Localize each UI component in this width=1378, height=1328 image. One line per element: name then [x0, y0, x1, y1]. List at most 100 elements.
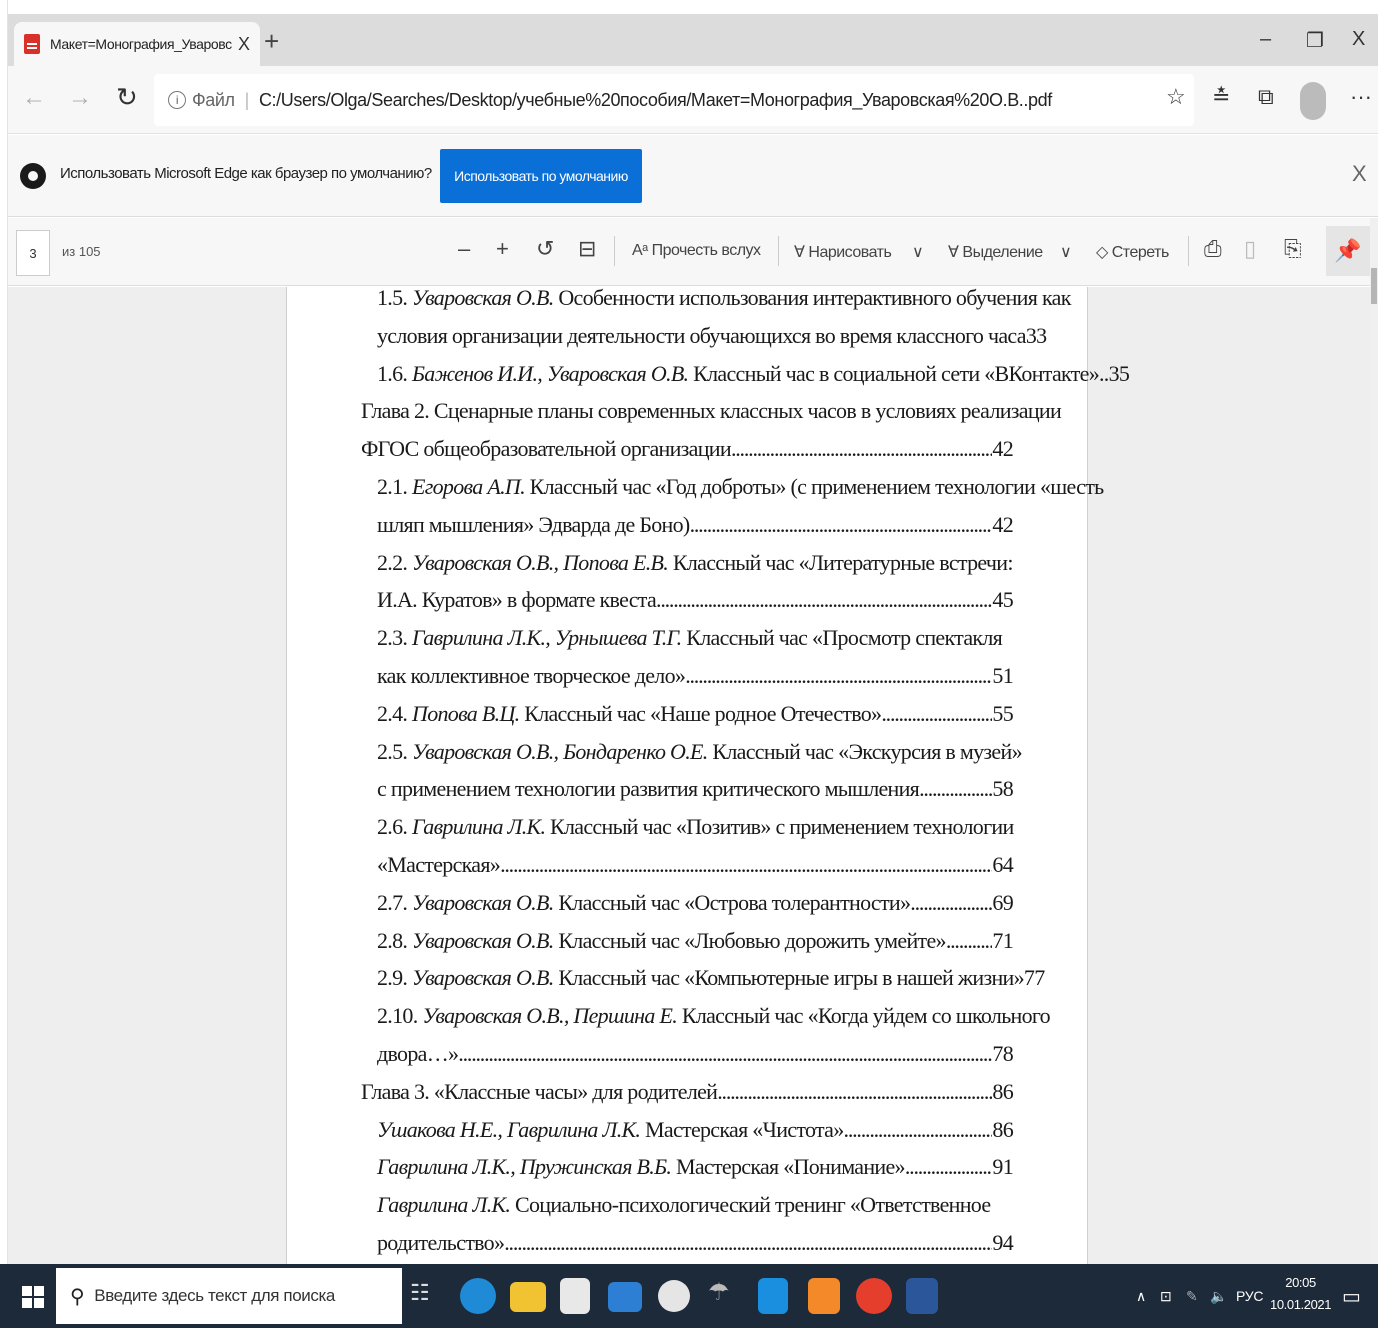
draw-label: Нарисовать: [808, 244, 892, 261]
forward-icon[interactable]: →: [68, 84, 92, 112]
toc-entry-number: 2.10.: [377, 1003, 418, 1029]
toc-entry: Глава 3. «Классные часы» для родителей 86: [361, 1073, 1014, 1111]
toc-entry-title: Классный час «Литературные встречи:: [668, 549, 1014, 575]
language-indicator[interactable]: РУС: [1236, 1288, 1263, 1304]
highlight-button[interactable]: ∀ Выделение: [948, 242, 1043, 262]
favorite-star-icon[interactable]: ☆: [1166, 84, 1186, 110]
profile-avatar[interactable]: [1300, 82, 1326, 120]
toc-entry-title: Классный час «Позитив» с применением тех…: [545, 814, 1014, 840]
set-default-button[interactable]: Использовать по умолчанию: [440, 149, 642, 203]
toc-page-number: 69: [992, 889, 1013, 915]
pdf-toolbar: 3 из 105 – + ↺ ⊟ Aᵃ Прочесть вслух ∀ Нар…: [8, 218, 1378, 286]
fit-page-icon[interactable]: ⊟: [578, 236, 596, 262]
toc-entry: Гаврилина Л.К. Социально-психологический…: [361, 1186, 1013, 1224]
erase-button[interactable]: ◇ Стереть: [1096, 242, 1169, 262]
toc-entry-title: Классный час «Год доброты» (с применение…: [524, 473, 1104, 499]
toc-page-number: 77: [1023, 965, 1045, 991]
restore-button[interactable]: ❐: [1306, 28, 1324, 53]
mail-icon[interactable]: [608, 1282, 642, 1312]
pen-icon[interactable]: ✎: [1186, 1288, 1198, 1305]
chrome-icon[interactable]: [856, 1278, 892, 1314]
close-window-button[interactable]: X: [1352, 28, 1365, 51]
minimize-button[interactable]: –: [1260, 28, 1271, 51]
toc-page-number: 35: [1108, 360, 1130, 386]
draw-dropdown-icon[interactable]: ∨: [912, 242, 924, 262]
refresh-icon[interactable]: ↻: [116, 82, 138, 113]
new-tab-button[interactable]: +: [264, 26, 279, 57]
network-icon[interactable]: ⊡: [1160, 1288, 1172, 1305]
highlight-dropdown-icon[interactable]: ∨: [1060, 242, 1072, 262]
avast-icon[interactable]: [808, 1278, 840, 1314]
tab-close-button[interactable]: X: [238, 34, 250, 55]
toc-entry-number: 2.8.: [377, 927, 408, 953]
toc-entry-text: родительство»: [377, 1224, 505, 1262]
draw-icon: ∀: [794, 244, 809, 261]
read-aloud-label: Прочесть вслух: [651, 242, 761, 259]
system-clock[interactable]: 20:05 10.01.2021: [1270, 1272, 1331, 1316]
zoom-in-button[interactable]: +: [496, 236, 509, 262]
toc-entry-title: Глава 3. «Классные часы» для родителей: [361, 1078, 718, 1104]
toc-entry-title: Мастерская «Понимание»: [671, 1154, 906, 1180]
toc-entry-number: 1.5.: [377, 287, 408, 310]
vertical-scrollbar[interactable]: [1370, 218, 1378, 1264]
save-icon[interactable]: ▯: [1244, 236, 1256, 262]
file-explorer-icon[interactable]: [510, 1282, 546, 1312]
rotate-icon[interactable]: ↺: [536, 236, 554, 262]
toc-entry: И.А. Куратов» в формате квеста 45: [361, 581, 1014, 619]
toc-entry-author: Егорова А.П.: [412, 473, 526, 499]
toc-entry-title: Социально-психологический тренинг «Ответ…: [510, 1192, 991, 1218]
toc-entry-text: И.А. Куратов» в формате квеста: [377, 581, 657, 619]
draw-button[interactable]: ∀ Нарисовать: [794, 242, 892, 262]
zoom-out-button[interactable]: –: [458, 236, 470, 262]
infobar-message: Использовать Microsoft Edge как браузер …: [60, 165, 432, 182]
windows-start-icon[interactable]: [22, 1286, 44, 1308]
scrollbar-thumb[interactable]: [1371, 268, 1377, 304]
toc-entry-author: Гаврилина Л.К.: [412, 814, 546, 840]
screen: Макет=Монография_Уваровск X + – ❐ X ← → …: [0, 0, 1378, 1328]
toc-entry-author: Гаврилина Л.К., Пружинская В.Б.: [377, 1154, 672, 1180]
toc-page-number: 71: [992, 927, 1013, 953]
toc-entry-title: Классный час «Экскурсия в музей»: [707, 738, 1022, 764]
taskbar-search-input[interactable]: ⚲ Введите здесь текст для поиска: [56, 1268, 402, 1324]
notifications-icon[interactable]: ▭: [1342, 1284, 1361, 1309]
browser-tab[interactable]: Макет=Монография_Уваровск X: [14, 22, 260, 66]
file-label: Файл: [192, 89, 235, 110]
favorites-list-icon[interactable]: ≛: [1212, 84, 1230, 110]
print-icon[interactable]: ⎙: [1204, 236, 1222, 262]
toc-entry-title: Классный час «Когда уйдем со школьного: [677, 1003, 1051, 1029]
back-icon[interactable]: ←: [22, 84, 46, 112]
address-input[interactable]: i Файл | C:/Users/Olga/Searches/Desktop/…: [154, 74, 1194, 126]
toc-entry: 1.6. Баженов И.И., Уваровская О.В. Класс…: [361, 355, 1130, 393]
infobar-close-button[interactable]: X: [1352, 161, 1367, 187]
volume-icon[interactable]: 🔈: [1210, 1288, 1227, 1305]
app-icon[interactable]: ☂: [708, 1278, 744, 1314]
toc-leader-dots: [656, 581, 992, 619]
collections-icon[interactable]: ⧉: [1258, 84, 1274, 110]
toc-page-number: 42: [992, 436, 1013, 462]
yandex-browser-icon[interactable]: [658, 1280, 690, 1312]
read-aloud-button[interactable]: Aᵃ Прочесть вслух: [632, 242, 761, 260]
address-bar-row: ← → ↻ i Файл | C:/Users/Olga/Searches/De…: [8, 66, 1378, 134]
toc-entry: шляп мышления» Эдварда де Боно) 42: [361, 506, 1014, 544]
toc-entry-author: Уваровская О.В., Першина Е.: [422, 1003, 678, 1029]
edge-taskbar-icon[interactable]: [460, 1278, 496, 1314]
pdf-viewer[interactable]: 1.5. Уваровская О.В. Особенности использ…: [8, 287, 1370, 1264]
info-icon[interactable]: i: [168, 91, 186, 109]
task-view-icon[interactable]: ☷: [410, 1280, 446, 1316]
save-as-icon[interactable]: ⎘: [1284, 236, 1302, 262]
skype-icon[interactable]: [758, 1278, 788, 1314]
toc-entry-number: 2.1.: [377, 473, 408, 499]
pin-toolbar-button[interactable]: 📌: [1326, 226, 1370, 276]
page-number-input[interactable]: 3: [16, 230, 50, 276]
toc-entry-text: Гаврилина Л.К. Социально-психологический…: [377, 1186, 991, 1224]
tray-chevron-icon[interactable]: ∧: [1136, 1288, 1146, 1305]
toc-entry-text: Глава 2. Сценарные планы современных кла…: [361, 392, 1062, 430]
store-icon[interactable]: [560, 1278, 590, 1314]
word-icon[interactable]: [906, 1278, 938, 1314]
highlight-icon: ∀: [948, 244, 963, 261]
toc-leader-dots: [844, 1111, 993, 1149]
toc-entry: Ушакова Н.Е., Гаврилина Л.К. Мастерская …: [361, 1111, 1014, 1149]
toc-entry-text: 2.1. Егорова А.П. Классный час «Год добр…: [377, 468, 1104, 506]
more-menu-icon[interactable]: ···: [1350, 84, 1372, 110]
taskbar: ⚲ Введите здесь текст для поиска ☷ ☂ ∧ ⊡…: [0, 1264, 1378, 1328]
